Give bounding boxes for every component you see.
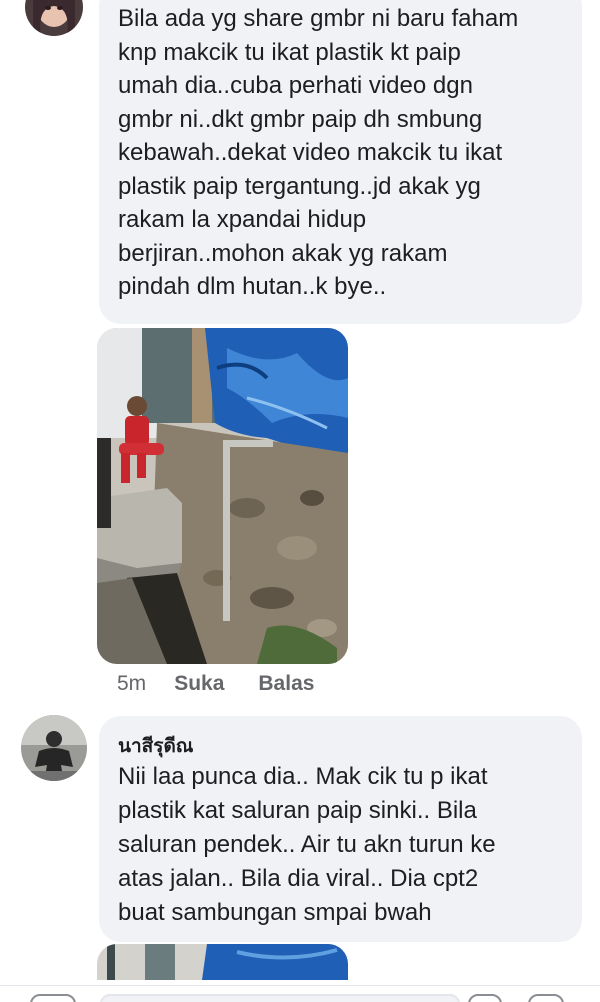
comment-timestamp: 5m	[117, 672, 147, 695]
comment-text-line: saluran pendek.. Air tu akn turun ke	[118, 831, 496, 858]
comment-text-line: plastik kat saluran paip sinki.. Bila	[118, 797, 477, 824]
comment-text-line: rakam la xpandai hidup	[118, 206, 367, 233]
drain-pipe-photo-2	[97, 944, 348, 980]
comment-text-line: buat sambungan smpai bwah	[118, 899, 432, 926]
comment-text-line: Bila ada yg share gmbr ni baru faham	[118, 5, 519, 32]
comment-actions: 5m Suka Balas	[117, 669, 348, 699]
comment-author-name[interactable]: นาสีรุดีณ	[118, 732, 496, 760]
emoji-icon[interactable]	[528, 994, 564, 1002]
comment-input[interactable]	[100, 994, 460, 1002]
hijab-profile-photo	[25, 0, 83, 36]
bottom-bar	[0, 985, 600, 1002]
camera-icon[interactable]	[30, 994, 76, 1002]
sticker-icon[interactable]	[468, 994, 502, 1002]
comment-text-line: umah dia..cuba perhati video dgn	[118, 72, 473, 99]
comment-bubble-1: Bila ada yg share gmbr ni baru faham knp…	[99, 0, 582, 324]
comment-text-line: atas jalan.. Bila dia viral.. Dia cpt2	[118, 865, 479, 892]
comment-text-line: gmbr ni..dkt gmbr paip dh smbung	[118, 105, 483, 133]
comment-attached-photo[interactable]	[97, 328, 348, 664]
drain-pipe-photo	[97, 328, 348, 664]
comment-text-line: Nii laa punca dia.. Mak cik tu p ikat	[118, 763, 488, 790]
comment-text-line: kebawah..dekat video makcik tu ikat	[118, 139, 503, 166]
commenter-avatar-1[interactable]	[25, 0, 83, 36]
comment-bubble-2: นาสีรุดีณ Nii laa punca dia.. Mak cik tu…	[99, 716, 582, 942]
comment-text-line: knp makcik tu ikat plastik kt paip	[118, 38, 461, 66]
comment-text-line: plastik paip tergantung..jd akak yg	[118, 172, 481, 200]
comment-attached-photo-2[interactable]	[97, 944, 348, 980]
like-button[interactable]: Suka	[174, 672, 224, 696]
comment-text-line: berjiran..mohon akak yg rakam	[118, 239, 448, 267]
reply-button[interactable]: Balas	[258, 672, 314, 696]
grayscale-profile-photo	[21, 715, 87, 781]
comment-text-line: pindah dlm hutan..k bye..	[118, 273, 387, 300]
commenter-avatar-2[interactable]	[21, 715, 87, 781]
